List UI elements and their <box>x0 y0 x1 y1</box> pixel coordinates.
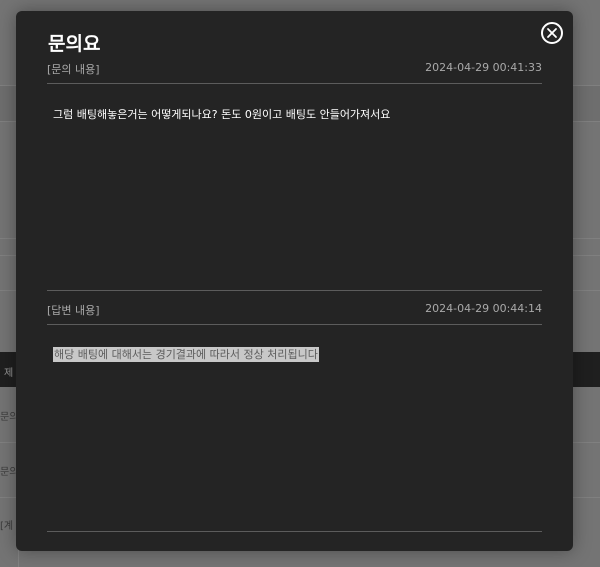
answer-date: 2024-04-29 00:44:14 <box>425 302 542 315</box>
question-label: [문의 내용] <box>47 63 100 76</box>
answer-top-divider <box>47 290 542 291</box>
close-icon <box>547 28 557 38</box>
answer-label: [답변 내용] <box>47 304 100 317</box>
question-text: 그럼 배팅해놓은거는 어떻게되나요? 돈도 0원이고 배팅도 안들어가져서요 <box>53 108 391 121</box>
close-button[interactable] <box>541 22 563 44</box>
answer-divider <box>47 324 542 325</box>
modal-bottom-divider <box>47 531 542 532</box>
question-date: 2024-04-29 00:41:33 <box>425 61 542 74</box>
inquiry-modal: 문의요 [문의 내용] 2024-04-29 00:41:33 그럼 배팅해놓은… <box>16 11 573 551</box>
answer-text: 해당 배팅에 대해서는 경기결과에 따라서 정상 처리됩니다 <box>53 347 319 362</box>
background-header-fragment: 제 <box>4 368 14 379</box>
question-divider <box>47 83 542 84</box>
background-row-fragment: [계 <box>0 521 14 532</box>
modal-title: 문의요 <box>48 33 101 55</box>
